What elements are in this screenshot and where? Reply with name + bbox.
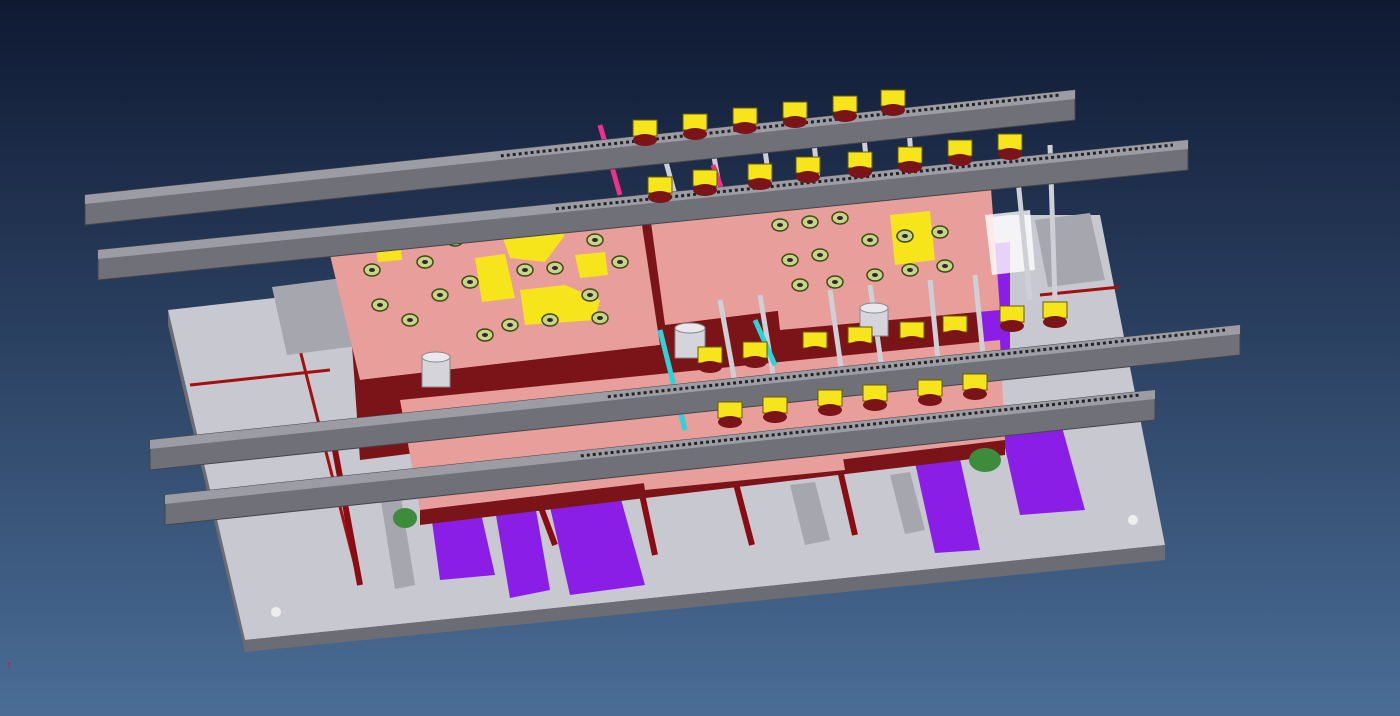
ring-component [476,328,494,342]
finger-block [717,401,743,428]
finger-block [997,133,1023,160]
ring-component [431,288,449,302]
ring-component [541,313,559,327]
ring-component [516,263,534,277]
finger-block [1042,301,1068,328]
finger-block [732,107,758,134]
ring-component [826,275,844,289]
ring-component [936,259,954,273]
finger-block [999,305,1025,332]
ring-component [611,255,629,269]
finger-block [682,113,708,140]
ring-component [781,253,799,267]
finger-block [962,373,988,400]
ring-component [546,261,564,275]
finger-block [899,321,925,348]
progressive-die-3d-model[interactable] [0,0,1400,716]
ring-component [901,263,919,277]
finger-block [742,341,768,368]
finger-block [697,346,723,373]
ring-component [586,233,604,247]
finger-block [647,176,673,203]
finger-block [862,384,888,411]
finger-block [847,326,873,353]
ring-component [801,215,819,229]
finger-block [632,119,658,146]
ring-component [896,229,914,243]
ring-component [866,268,884,282]
ring-component [363,263,381,277]
finger-block [832,95,858,122]
ring-component [371,298,389,312]
ring-component [861,233,879,247]
ring-component [791,278,809,292]
cad-viewport[interactable]: ↑ [0,0,1400,716]
finger-block [762,396,788,423]
ring-component [591,311,609,325]
ring-component [581,288,599,302]
ring-component [401,313,419,327]
finger-block [802,331,828,358]
finger-block [847,151,873,178]
finger-block [947,139,973,166]
ring-component [771,218,789,232]
finger-block [817,389,843,416]
finger-block [917,379,943,406]
finger-block [795,156,821,183]
finger-block [880,89,906,116]
finger-block [747,163,773,190]
ring-component [461,275,479,289]
finger-block [782,101,808,128]
finger-block [942,315,968,342]
ring-component [831,211,849,225]
finger-block [897,146,923,173]
compass-icon: ↑ [6,660,13,671]
ring-component [931,225,949,239]
ring-component [811,248,829,262]
ring-component [416,255,434,269]
finger-block [692,169,718,196]
ring-component [501,318,519,332]
